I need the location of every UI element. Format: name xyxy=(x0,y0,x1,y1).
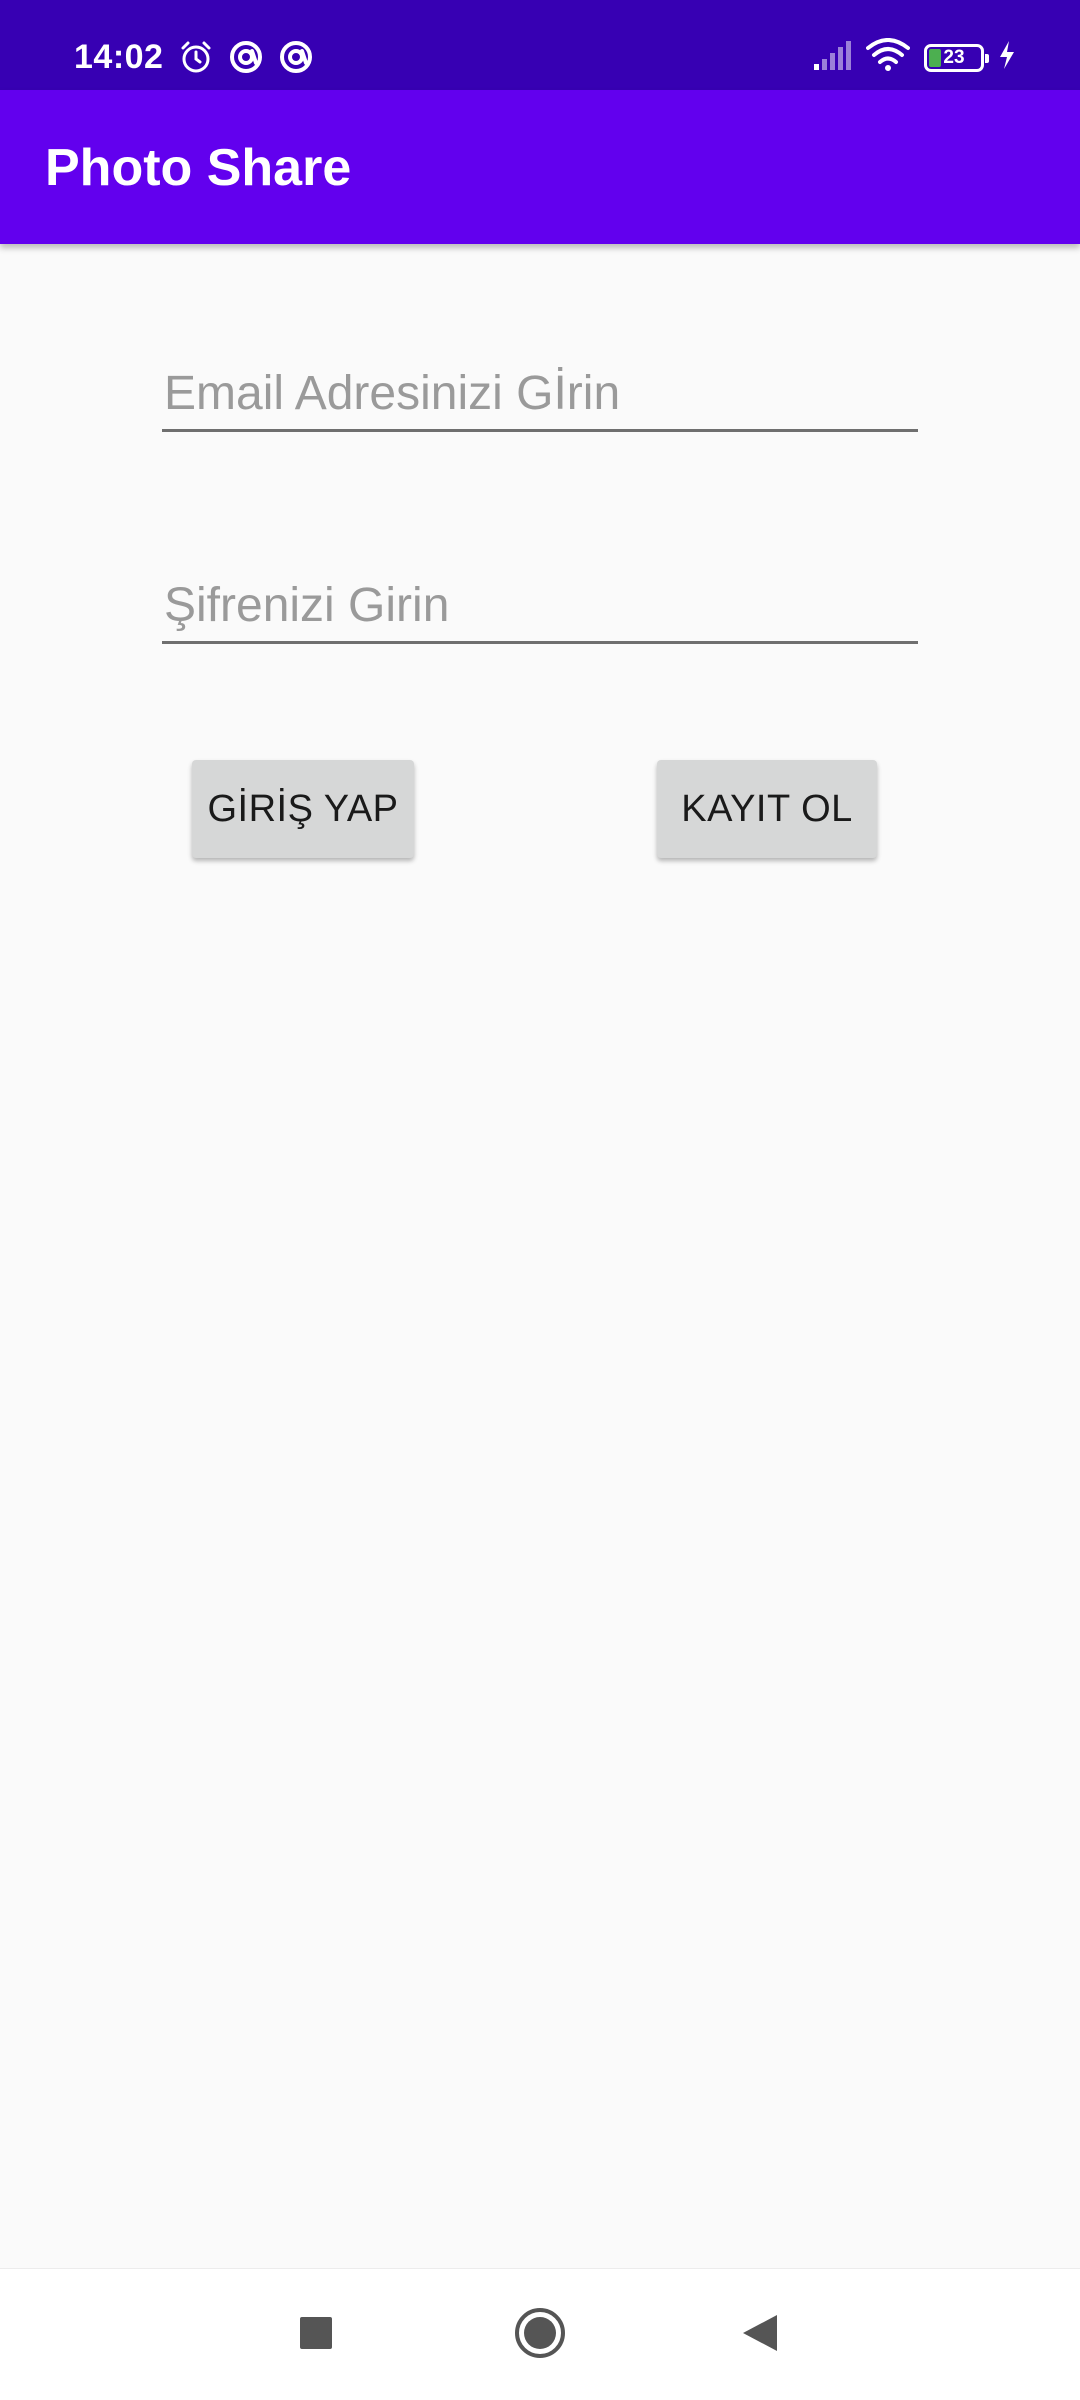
battery-level: 23 xyxy=(943,46,965,68)
battery-icon: 23 xyxy=(924,43,989,72)
status-bar: 14:02 23 xyxy=(0,0,1080,90)
status-left-icons xyxy=(178,39,314,75)
wifi-icon xyxy=(866,38,910,77)
login-screen: 14:02 23 Photo Share Email Adresinizi Gİ… xyxy=(0,0,1080,2400)
charging-icon xyxy=(998,40,1016,75)
alarm-icon xyxy=(178,39,214,75)
password-field[interactable] xyxy=(162,570,918,644)
navigation-bar xyxy=(0,2268,1080,2400)
register-button[interactable]: KAYIT OL xyxy=(657,760,877,858)
status-time: 14:02 xyxy=(74,38,164,76)
at-sign-icon xyxy=(278,39,314,75)
signal-icon xyxy=(812,40,852,75)
login-button[interactable]: GİRİŞ YAP xyxy=(192,760,414,858)
back-button[interactable] xyxy=(700,2269,820,2400)
home-button[interactable] xyxy=(480,2269,600,2400)
status-right-icons: 23 xyxy=(812,38,1016,77)
app-bar: Photo Share xyxy=(0,90,1080,244)
recents-button[interactable] xyxy=(256,2269,376,2400)
recents-square-icon xyxy=(298,2315,334,2356)
email-field[interactable] xyxy=(162,358,918,432)
at-sign-icon xyxy=(228,39,264,75)
app-title: Photo Share xyxy=(45,139,352,197)
home-circle-icon xyxy=(514,2307,566,2364)
back-triangle-icon xyxy=(741,2313,779,2358)
